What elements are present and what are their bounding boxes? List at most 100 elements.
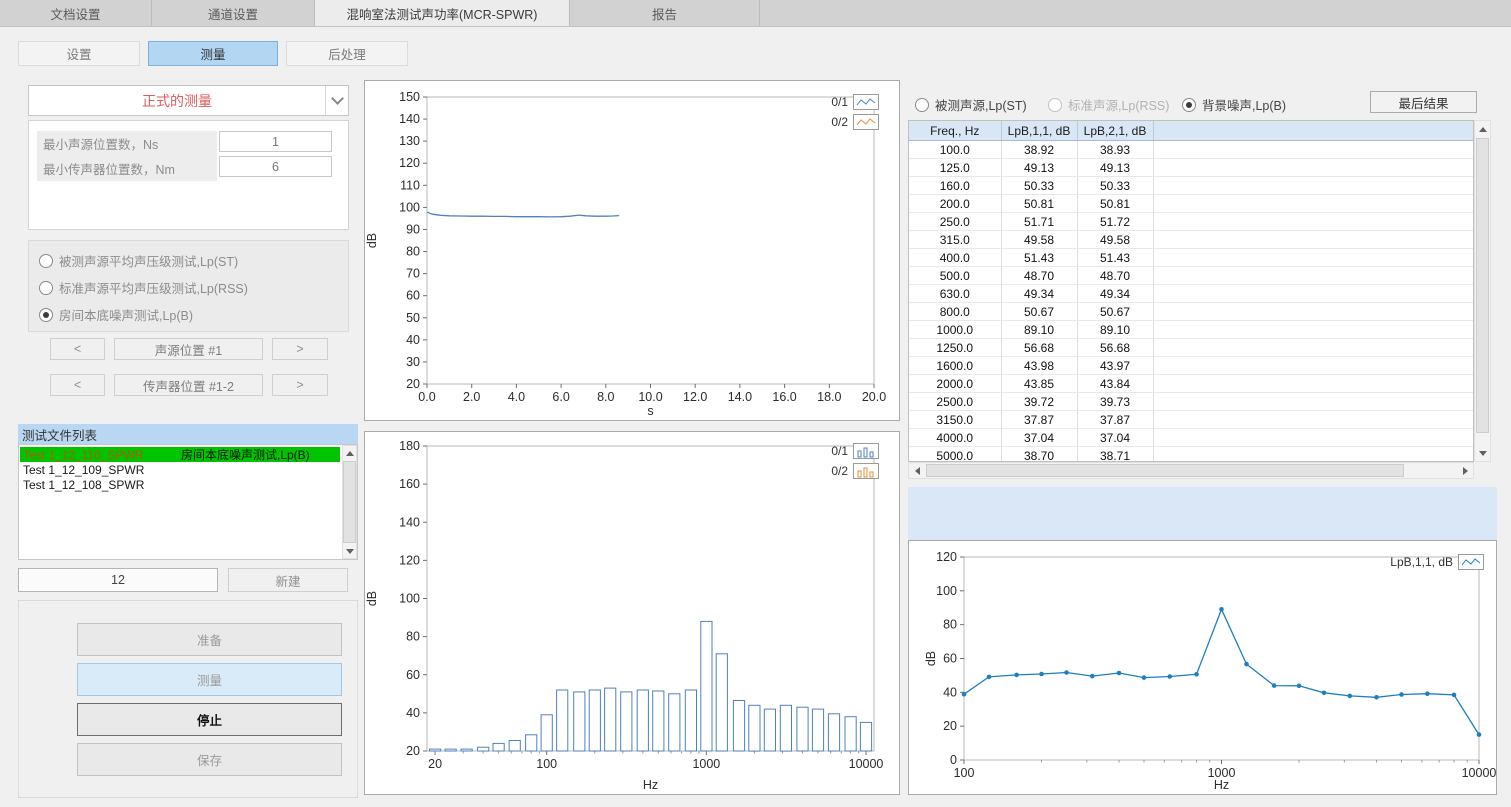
table-row[interactable]: 200.050.8150.81 [909,195,1474,213]
table-row[interactable]: 1250.056.6856.68 [909,339,1474,357]
scroll-up-icon[interactable] [343,446,356,460]
table-cell: 49.13 [1001,159,1077,177]
measure-button[interactable]: 测量 [77,663,342,696]
tab-mcr-spwr[interactable]: 混响室法测试声功率(MCR-SPWR) [315,0,570,26]
table-row[interactable]: 5000.038.7038.71 [909,447,1474,463]
table-cell-filler [1153,267,1474,285]
table-hscrollbar[interactable] [908,462,1474,479]
scroll-left-icon[interactable] [909,463,925,478]
mic-position-button[interactable]: 传声器位置 #1-2 [114,374,263,396]
svg-text:30: 30 [406,355,420,369]
table-row[interactable]: 1600.043.9843.97 [909,357,1474,375]
table-cell-filler [1153,249,1474,267]
table-cell-filler [1153,411,1474,429]
table-cell: 400.0 [909,249,1001,267]
svg-text:100: 100 [399,592,420,606]
table-row[interactable]: 4000.037.0437.04 [909,429,1474,447]
svg-text:s: s [647,404,653,418]
source-position-button[interactable]: 声源位置 #1 [114,338,263,360]
svg-text:120: 120 [399,553,420,567]
mic-position-next-button[interactable]: > [272,374,328,396]
table-row[interactable]: 630.049.3449.34 [909,285,1474,303]
table-row[interactable]: 3150.037.8737.87 [909,411,1474,429]
tab-label: 报告 [652,4,677,23]
col-header-filler [1153,121,1474,141]
scroll-thumb[interactable] [1476,138,1489,433]
dropdown-arrow[interactable] [325,86,348,115]
legend-bars-icon[interactable] [853,443,879,459]
right-filler-panel [908,487,1497,543]
prepare-button[interactable]: 准备 [77,623,342,656]
scroll-thumb[interactable] [343,461,356,543]
scroll-down-icon[interactable] [343,544,356,558]
table-row[interactable]: 2000.043.8543.84 [909,375,1474,393]
table-vscrollbar[interactable] [1474,120,1491,462]
legend-bars-icon[interactable] [853,463,879,479]
table-cell: 48.70 [1001,267,1077,285]
new-file-button[interactable]: 新建 [228,568,348,592]
legend-label: LpB,1,1, dB [1390,555,1453,569]
table-cell: 38.70 [1001,447,1077,463]
svg-text:140: 140 [399,112,420,126]
mic-position-prev-button[interactable]: < [50,374,105,396]
legend-line-icon[interactable] [853,114,879,130]
file-list-scrollbar[interactable] [342,445,357,559]
file-list-item[interactable]: Test 1_12_108_SPWR [20,477,340,492]
result-radio-lpst[interactable]: 被测声源,Lp(ST) [915,95,1027,114]
svg-text:150: 150 [399,90,420,104]
tab-document-settings[interactable]: 文档设置 [0,0,152,26]
legend-line-icon[interactable] [1458,554,1484,570]
table-cell: 2500.0 [909,393,1001,411]
file-number-field[interactable]: 12 [18,568,218,592]
chart-legend: 0/10/2 [831,443,879,479]
table-cell: 48.70 [1077,267,1153,285]
table-cell: 50.33 [1077,177,1153,195]
test-type-group: 被测声源平均声压级测试,Lp(ST) 标准声源平均声压级测试,Lp(RSS) 房… [28,240,349,332]
radio-label: 标准声源,Lp(RSS) [1068,95,1169,114]
table-row[interactable]: 100.038.9238.93 [909,141,1474,159]
svg-text:60: 60 [943,652,957,666]
subtab-measure[interactable]: 测量 [148,41,278,66]
scroll-down-icon[interactable] [1475,445,1490,461]
stop-button[interactable]: 停止 [77,703,342,736]
table-cell-filler [1153,141,1474,159]
measurement-mode-dropdown[interactable]: 正式的测量 [28,85,349,116]
save-button[interactable]: 保存 [77,743,342,776]
result-radio-lpb[interactable]: 背景噪声,Lp(B) [1182,95,1286,114]
test-type-radio-lprss[interactable]: 标准声源平均声压级测试,Lp(RSS) [39,278,248,297]
col-header-freq: Freq., Hz [909,121,1001,141]
file-list-item[interactable]: Test 1_12_109_SPWR [20,462,340,477]
scroll-thumb[interactable] [926,464,1404,477]
svg-text:16.0: 16.0 [772,390,796,404]
tab-report[interactable]: 报告 [570,0,760,26]
table-row[interactable]: 500.048.7048.70 [909,267,1474,285]
table-cell-filler [1153,357,1474,375]
result-radio-lprss[interactable]: 标准声源,Lp(RSS) [1048,95,1169,114]
file-list-item[interactable]: Test 1_12_110_SPWR 房间本底噪声测试,Lp(B) [20,447,340,462]
test-type-radio-lpst[interactable]: 被测声源平均声压级测试,Lp(ST) [39,251,238,270]
table-cell: 49.34 [1077,285,1153,303]
ns-value-field[interactable]: 1 [219,131,332,152]
radio-label: 标准声源平均声压级测试,Lp(RSS) [59,278,248,297]
nm-value-field[interactable]: 6 [219,156,332,177]
table-row[interactable]: 125.049.1349.13 [909,159,1474,177]
last-result-button[interactable]: 最后结果 [1370,91,1477,113]
table-row[interactable]: 315.049.5849.58 [909,231,1474,249]
source-position-next-button[interactable]: > [272,338,328,360]
table-row[interactable]: 1000.089.1089.10 [909,321,1474,339]
subtab-settings[interactable]: 设置 [18,41,140,66]
source-position-prev-button[interactable]: < [50,338,105,360]
subtab-postprocess[interactable]: 后处理 [286,41,408,66]
legend-line-icon[interactable] [853,94,879,110]
table-row[interactable]: 160.050.3350.33 [909,177,1474,195]
table-row[interactable]: 800.050.6750.67 [909,303,1474,321]
table-row[interactable]: 2500.039.7239.73 [909,393,1474,411]
table-row[interactable]: 250.051.7151.72 [909,213,1474,231]
result-table-body: 100.038.9238.93125.049.1349.13160.050.33… [909,141,1474,463]
table-row[interactable]: 400.051.4351.43 [909,249,1474,267]
col-header-lpb2: LpB,2,1, dB [1077,121,1153,141]
scroll-up-icon[interactable] [1475,121,1490,137]
scroll-right-icon[interactable] [1457,463,1473,478]
tab-channel-settings[interactable]: 通道设置 [152,0,315,26]
test-type-radio-lpb[interactable]: 房间本底噪声测试,Lp(B) [39,305,193,324]
